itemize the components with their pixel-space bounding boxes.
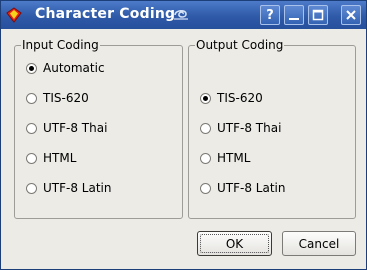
input-option-utf8-thai[interactable]: UTF-8 Thai: [26, 121, 107, 135]
output-option-tis620[interactable]: TIS-620: [200, 91, 263, 105]
minimize-icon: [289, 18, 299, 20]
option-label: UTF-8 Latin: [217, 181, 286, 195]
option-label: HTML: [43, 151, 77, 165]
input-option-tis620[interactable]: TIS-620: [26, 91, 89, 105]
radio-unchecked[interactable]: [26, 92, 37, 104]
ok-button[interactable]: OK: [197, 231, 272, 256]
radio-unchecked[interactable]: [200, 152, 211, 164]
option-label: UTF-8 Thai: [43, 121, 108, 135]
character-coding-dialog: Character Coding ? Input Coding Automati…: [0, 0, 367, 270]
option-label: UTF-8 Latin: [43, 181, 112, 195]
swirl-icon: [174, 10, 188, 20]
input-coding-legend: Input Coding: [22, 38, 99, 52]
output-option-html[interactable]: HTML: [200, 151, 250, 165]
close-icon: [346, 10, 356, 20]
help-button[interactable]: ?: [260, 5, 280, 25]
window-title: Character Coding: [35, 6, 176, 22]
option-label: TIS-620: [217, 91, 263, 105]
radio-unchecked[interactable]: [26, 182, 37, 194]
input-option-automatic[interactable]: Automatic: [26, 61, 105, 75]
output-option-utf8-latin[interactable]: UTF-8 Latin: [200, 181, 285, 195]
option-label: TIS-620: [43, 91, 89, 105]
option-label: Automatic: [43, 61, 105, 75]
option-label: HTML: [217, 151, 251, 165]
radio-unchecked[interactable]: [26, 122, 37, 134]
title-bar[interactable]: Character Coding ?: [1, 1, 366, 29]
radio-unchecked[interactable]: [200, 182, 211, 194]
input-option-html[interactable]: HTML: [26, 151, 76, 165]
focus-ring: [200, 234, 269, 253]
output-option-utf8-thai[interactable]: UTF-8 Thai: [200, 121, 281, 135]
radio-checked[interactable]: [200, 92, 211, 104]
radio-unchecked[interactable]: [200, 122, 211, 134]
maximize-button[interactable]: [308, 5, 328, 25]
option-label: UTF-8 Thai: [217, 121, 282, 135]
app-diamond-icon: [6, 7, 22, 23]
radio-unchecked[interactable]: [26, 152, 37, 164]
maximize-icon: [312, 9, 324, 21]
radio-checked[interactable]: [26, 62, 37, 74]
input-option-utf8-latin[interactable]: UTF-8 Latin: [26, 181, 111, 195]
close-button[interactable]: [341, 5, 361, 25]
minimize-button[interactable]: [284, 5, 304, 25]
help-label: ?: [266, 7, 274, 23]
cancel-button[interactable]: Cancel: [282, 231, 356, 256]
output-coding-legend: Output Coding: [196, 38, 284, 52]
cancel-label: Cancel: [298, 236, 340, 251]
